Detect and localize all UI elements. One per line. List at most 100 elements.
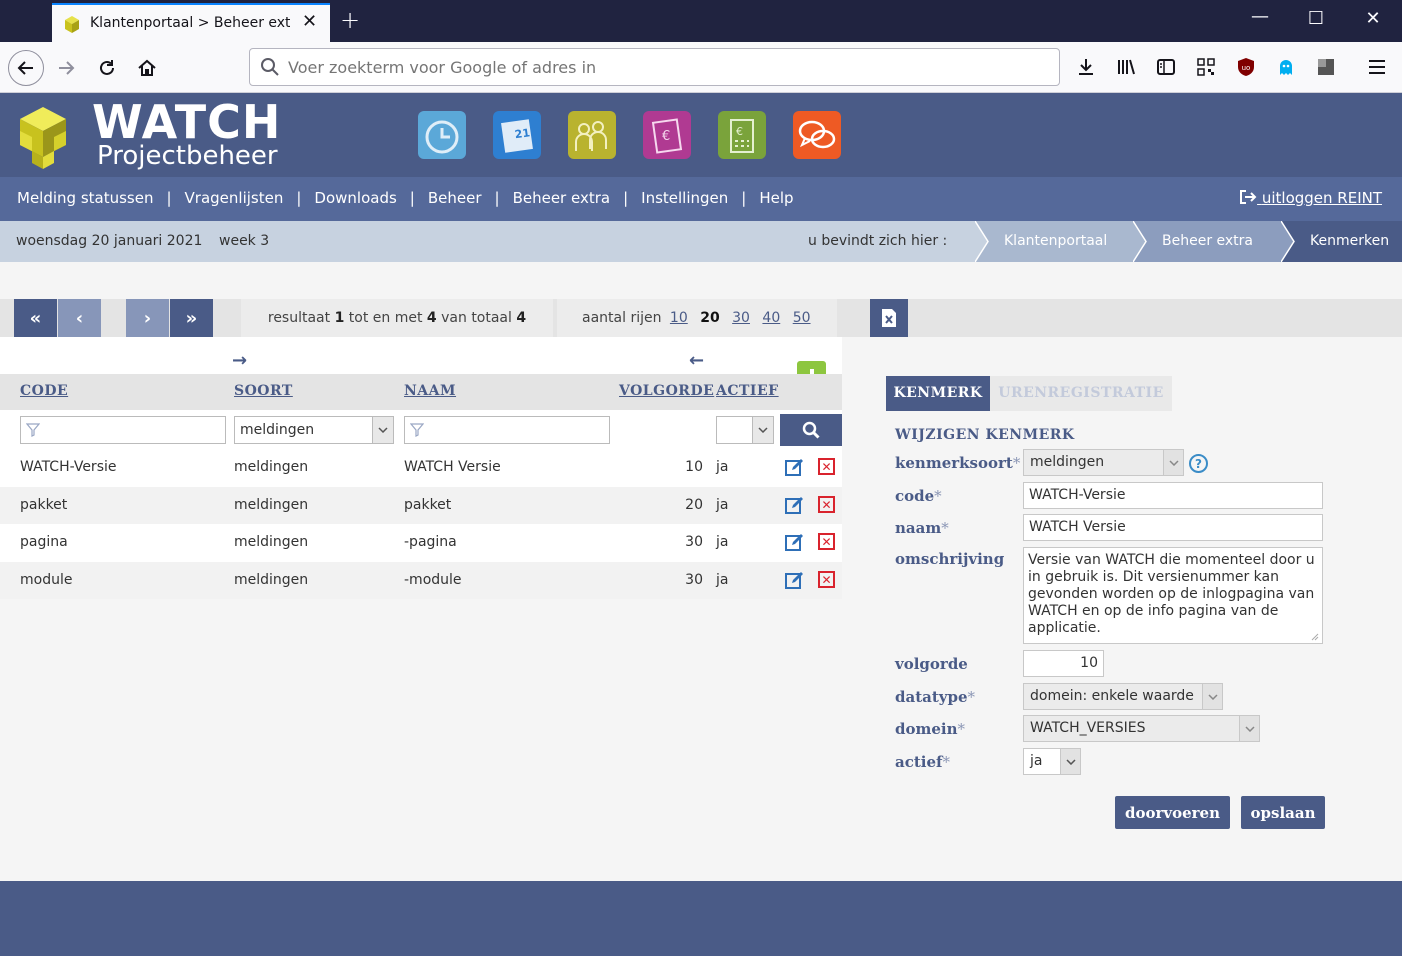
label-naam: naam*	[895, 519, 949, 537]
menu-item-beheer[interactable]: Beheer	[428, 189, 482, 207]
delete-icon[interactable]: ✕	[818, 496, 835, 513]
breadcrumb-klantenportaal[interactable]: Klantenportaal	[975, 221, 1135, 262]
invoice-module-icon[interactable]: €	[643, 111, 691, 159]
table-row[interactable]: pakket meldingen pakket 20 ja ✕	[0, 487, 842, 524]
location-label: u bevindt zich hier :	[808, 233, 948, 249]
browser-tab[interactable]: Klantenportaal > Beheer extra ✕	[52, 3, 330, 42]
pager-rows-selector: aantal rijen 10 20 30 40 50	[557, 299, 837, 337]
filter-soort-value: meldingen	[240, 422, 315, 438]
label-volgorde: volgorde	[895, 655, 968, 673]
domein-select[interactable]: WATCH_VERSIES	[1023, 715, 1260, 742]
search-button[interactable]	[780, 414, 842, 446]
opslaan-button[interactable]: opslaan	[1241, 796, 1325, 829]
minimize-button[interactable]: —	[1237, 6, 1283, 27]
pager-first-button[interactable]: «	[14, 299, 57, 337]
column-header-actief[interactable]: ACTIEF	[716, 383, 779, 399]
back-button[interactable]	[8, 50, 44, 86]
watch-favicon-icon	[65, 16, 79, 33]
omschrijving-textarea[interactable]: Versie van WATCH die momenteel door u in…	[1023, 547, 1323, 644]
datatype-select[interactable]: domein: enkele waarde	[1023, 683, 1223, 710]
column-header-volgorde[interactable]: VOLGORDE	[619, 383, 714, 399]
menu-item-downloads[interactable]: Downloads	[314, 189, 396, 207]
extension-icon[interactable]	[1315, 56, 1337, 78]
main-menu: Melding statussen | Vragenlijsten | Down…	[0, 177, 1402, 221]
edit-icon[interactable]	[785, 570, 805, 590]
table-row[interactable]: pagina meldingen -pagina 30 ja ✕	[0, 524, 842, 561]
calendar-module-icon[interactable]: 21	[493, 111, 541, 159]
help-icon[interactable]: ?	[1189, 454, 1208, 473]
rows-option-30[interactable]: 30	[732, 310, 750, 326]
window-close-button[interactable]: ✕	[1350, 8, 1396, 29]
rows-option-10[interactable]: 10	[670, 310, 688, 326]
breadcrumb-beheer-extra[interactable]: Beheer extra	[1133, 221, 1283, 262]
export-excel-button[interactable]	[870, 299, 908, 337]
resize-handle-icon[interactable]	[1309, 631, 1319, 641]
column-header-naam[interactable]: NAAM	[404, 383, 456, 399]
arrow-right-icon[interactable]: →	[232, 350, 247, 371]
edit-icon[interactable]	[785, 495, 805, 515]
rows-option-50[interactable]: 50	[793, 310, 811, 326]
cell-code: module	[20, 572, 73, 588]
logout-link[interactable]: uitloggen REINT	[1239, 189, 1382, 207]
chat-module-icon[interactable]	[793, 111, 841, 159]
library-icon[interactable]	[1115, 56, 1137, 78]
qr-code-icon[interactable]	[1195, 56, 1217, 78]
new-tab-button[interactable]: +	[340, 6, 360, 34]
menu-item-melding-statussen[interactable]: Melding statussen	[17, 189, 153, 207]
reload-button[interactable]	[91, 52, 123, 84]
clock-module-icon[interactable]	[418, 111, 466, 159]
pager-last-button[interactable]: »	[170, 299, 213, 337]
watch-logo-icon[interactable]	[8, 103, 78, 173]
code-input[interactable]: WATCH-Versie	[1023, 482, 1323, 509]
actief-select[interactable]: ja	[1023, 748, 1081, 775]
cell-naam: WATCH Versie	[404, 459, 501, 475]
delete-icon[interactable]: ✕	[818, 571, 835, 588]
arrow-left-icon[interactable]: ←	[689, 350, 704, 371]
cell-code: pakket	[20, 497, 68, 513]
svg-text:€: €	[736, 125, 743, 138]
naam-input[interactable]: WATCH Versie	[1023, 514, 1323, 541]
downloads-icon[interactable]	[1075, 56, 1097, 78]
menu-item-instellingen[interactable]: Instellingen	[641, 189, 728, 207]
ublock-icon[interactable]: uo	[1235, 56, 1257, 78]
rows-option-40[interactable]: 40	[762, 310, 780, 326]
tab-close-icon[interactable]: ✕	[302, 11, 317, 32]
filter-soort-select[interactable]: meldingen	[234, 416, 394, 444]
table-row[interactable]: module meldingen -module 30 ja ✕	[0, 562, 842, 599]
column-header-code[interactable]: CODE	[20, 383, 68, 399]
sidebar-icon[interactable]	[1155, 56, 1177, 78]
pager-prev-button[interactable]: ‹	[58, 299, 101, 337]
delete-icon[interactable]: ✕	[818, 533, 835, 550]
edit-icon[interactable]	[785, 457, 805, 477]
breadcrumb-label: Beheer extra	[1162, 233, 1253, 249]
maximize-button[interactable]: ☐	[1293, 8, 1339, 29]
filter-naam-input[interactable]	[404, 416, 610, 444]
delete-icon[interactable]: ✕	[818, 458, 835, 475]
cell-soort: meldingen	[234, 572, 309, 588]
tab-kenmerk[interactable]: KENMERK	[886, 376, 990, 411]
people-module-icon[interactable]	[568, 111, 616, 159]
edit-icon[interactable]	[785, 532, 805, 552]
address-bar[interactable]	[249, 48, 1060, 86]
svg-text:€: €	[662, 129, 670, 144]
menu-item-help[interactable]: Help	[759, 189, 793, 207]
tab-urenregistratie[interactable]: URENREGISTRATIE	[990, 376, 1172, 411]
home-button[interactable]	[131, 52, 163, 84]
table-row[interactable]: WATCH-Versie meldingen WATCH Versie 10 j…	[0, 449, 842, 486]
filter-actief-select[interactable]	[716, 416, 774, 444]
address-input[interactable]	[288, 55, 1038, 79]
column-header-soort[interactable]: SOORT	[234, 383, 293, 399]
kenmerksoort-select[interactable]: meldingen	[1023, 449, 1184, 476]
menu-hamburger-icon[interactable]	[1366, 56, 1388, 78]
app-header: WATCH Projectbeheer 21 € €	[0, 93, 1402, 177]
calculator-module-icon[interactable]: €	[718, 111, 766, 159]
volgorde-input[interactable]: 10	[1023, 650, 1104, 677]
forward-button[interactable]	[50, 52, 82, 84]
doorvoeren-button[interactable]: doorvoeren	[1115, 796, 1230, 829]
pager-next-button[interactable]: ›	[126, 299, 169, 337]
filter-code-input[interactable]	[20, 416, 226, 444]
ghostery-icon[interactable]	[1275, 56, 1297, 78]
menu-item-beheer-extra[interactable]: Beheer extra	[513, 189, 611, 207]
menu-item-vragenlijsten[interactable]: Vragenlijsten	[185, 189, 284, 207]
rows-option-20[interactable]: 20	[700, 310, 719, 326]
